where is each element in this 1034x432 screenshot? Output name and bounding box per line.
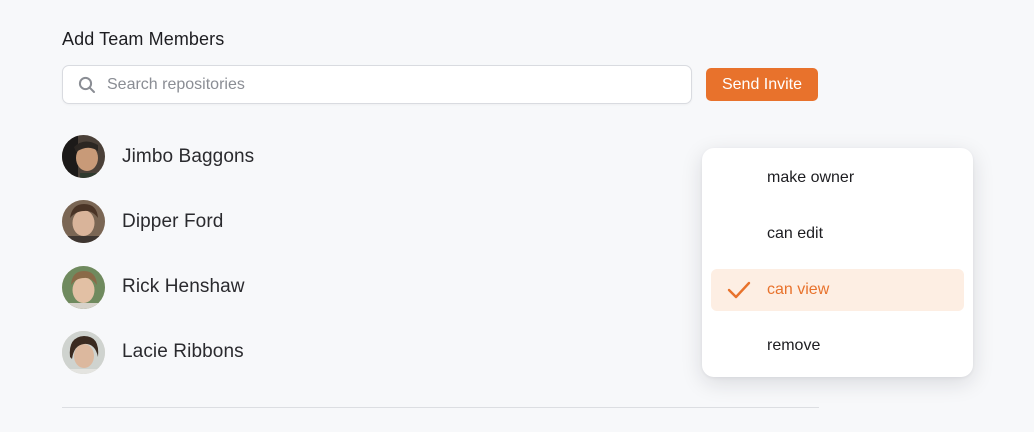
member-name: Jimbo Baggons (122, 145, 255, 167)
menu-item-label: can edit (767, 225, 824, 242)
avatar (62, 135, 105, 178)
member-row[interactable]: Dipper Ford (62, 200, 702, 244)
permission-menu: make owner can edit can view remove (702, 148, 973, 377)
search-input[interactable] (107, 66, 691, 103)
checkmark-icon (711, 281, 767, 299)
add-team-members-page: Add Team Members Send Invite Jimbo B (0, 0, 1034, 432)
divider (62, 407, 819, 408)
member-name: Rick Henshaw (122, 276, 245, 298)
send-invite-button[interactable]: Send Invite (706, 68, 818, 101)
page-title: Add Team Members (62, 29, 225, 49)
search-icon (78, 76, 96, 94)
member-list: Jimbo Baggons Dipper Ford Rick Henshaw L… (62, 135, 702, 396)
menu-item-can-edit[interactable]: can edit (711, 213, 964, 255)
member-name: Dipper Ford (122, 210, 224, 232)
menu-item-label: can view (767, 281, 830, 298)
member-row[interactable]: Jimbo Baggons (62, 135, 702, 178)
avatar (62, 265, 105, 309)
menu-item-label: remove (767, 337, 821, 354)
menu-item-make-owner[interactable]: make owner (711, 157, 964, 199)
member-row[interactable]: Lacie Ribbons (62, 330, 702, 374)
menu-item-label: make owner (767, 169, 855, 186)
avatar (62, 200, 105, 244)
menu-item-can-view[interactable]: can view (711, 269, 964, 311)
search-field[interactable] (62, 65, 692, 104)
menu-item-remove[interactable]: remove (711, 325, 964, 367)
avatar (62, 330, 105, 374)
member-row[interactable]: Rick Henshaw (62, 265, 702, 309)
member-name: Lacie Ribbons (122, 341, 244, 363)
